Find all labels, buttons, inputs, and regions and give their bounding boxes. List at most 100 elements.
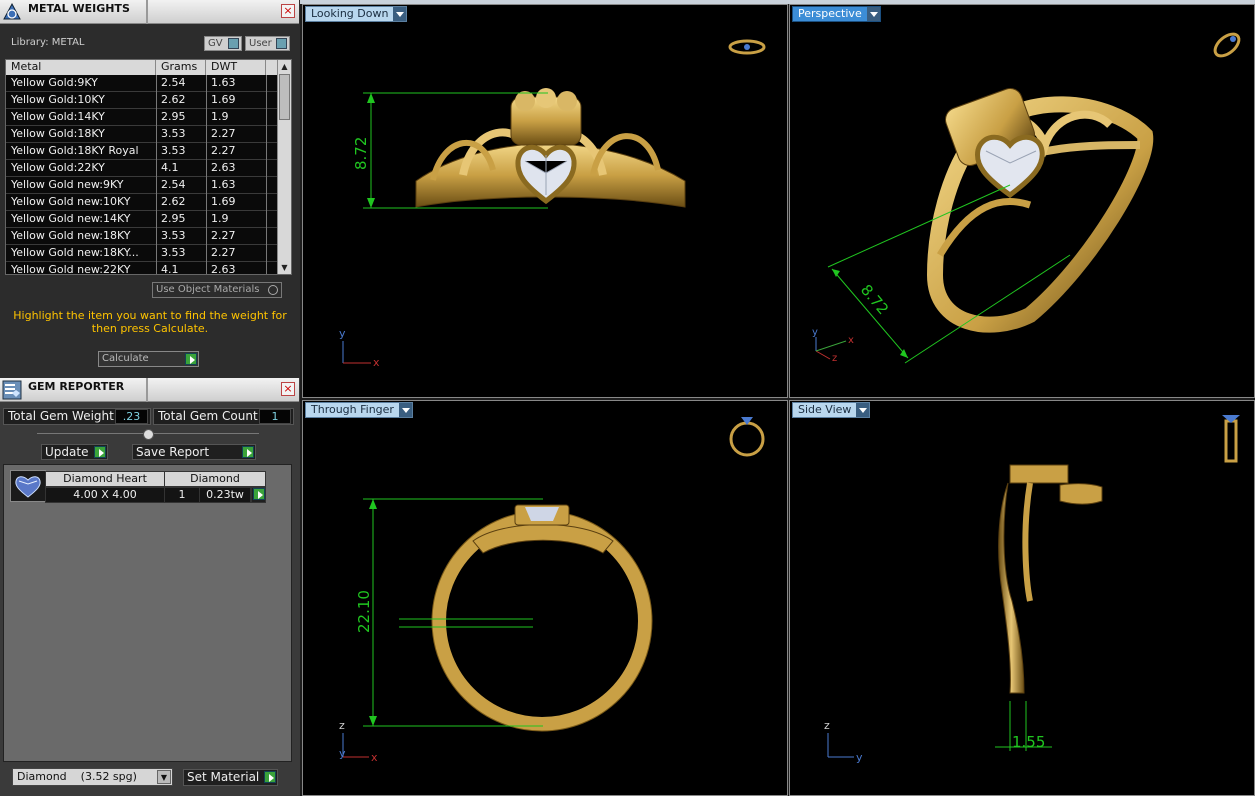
- viewport-side-view[interactable]: Side View 1.55 z y: [789, 400, 1255, 796]
- metal-name-cell: Yellow Gold new:9KY: [11, 178, 124, 191]
- gem-count-cell: 1: [164, 487, 200, 503]
- metal-dwt-cell: 1.63: [211, 178, 236, 191]
- metal-grams-cell: 3.53: [161, 229, 186, 242]
- gem-row-button[interactable]: [251, 487, 266, 503]
- metal-table-row[interactable]: Yellow Gold new:22KY 4.1 2.63: [6, 262, 278, 275]
- gem-shape-cell: Diamond Heart: [45, 471, 165, 487]
- metal-table-row[interactable]: Yellow Gold:10KY 2.62 1.69: [6, 92, 278, 109]
- gem-weight-cell: 0.23tw: [199, 487, 251, 503]
- gem-reporter-title: GEM REPORTER: [28, 380, 125, 393]
- gem-type-cell: Diamond: [164, 471, 266, 487]
- metal-table-header: Metal Grams DWT: [6, 60, 278, 75]
- app-window: METAL WEIGHTS × Library: METAL GV User M…: [0, 0, 1255, 796]
- viewport-perspective[interactable]: Perspective 8.72 y z x: [789, 4, 1255, 398]
- library-label: Library: METAL: [11, 37, 85, 48]
- svg-text:z: z: [824, 719, 830, 732]
- metal-weights-title: METAL WEIGHTS: [28, 2, 130, 15]
- metal-table-row[interactable]: Yellow Gold:18KY Royal 3.53 2.27: [6, 143, 278, 160]
- metal-table-row[interactable]: Yellow Gold:14KY 2.95 1.9: [6, 109, 278, 126]
- metal-dwt-cell: 1.9: [211, 212, 229, 225]
- dimension-label: 1.55: [1012, 733, 1045, 751]
- use-object-materials-option[interactable]: Use Object Materials: [152, 282, 282, 298]
- svg-text:z: z: [832, 353, 837, 364]
- metal-name-cell: Yellow Gold:10KY: [11, 93, 105, 106]
- dimension-label: 8.72: [352, 137, 370, 170]
- column-header-dwt[interactable]: DWT: [206, 60, 266, 75]
- metal-name-cell: Yellow Gold new:18KY: [11, 229, 131, 242]
- gem-list: Diamond Heart Diamond 4.00 X 4.00 1 0.23…: [3, 464, 292, 762]
- set-material-button[interactable]: Set Material: [183, 769, 278, 786]
- material-select[interactable]: Diamond (3.52 spg) ▼: [12, 768, 173, 786]
- gem-reporter-icon: [2, 380, 22, 400]
- metal-table-row[interactable]: Yellow Gold new:18KY... 3.53 2.27: [6, 245, 278, 262]
- ring-orientation-icon: [1213, 32, 1241, 58]
- play-arrow-icon: [242, 446, 254, 458]
- dimension-label: 22.10: [355, 590, 373, 633]
- metal-grams-cell: 4.1: [161, 161, 179, 174]
- diamond-heart-icon: [10, 470, 46, 502]
- svg-text:x: x: [373, 356, 380, 369]
- axis-indicator-icon: z y: [824, 719, 863, 764]
- play-arrow-icon: [253, 488, 265, 500]
- metal-grams-cell: 2.54: [161, 178, 186, 191]
- update-button[interactable]: Update: [41, 444, 108, 460]
- svg-text:z: z: [339, 719, 345, 732]
- calculate-button[interactable]: Calculate: [98, 351, 199, 367]
- metal-name-cell: Yellow Gold new:18KY...: [11, 246, 139, 259]
- gv-toggle[interactable]: GV: [204, 36, 242, 51]
- metal-grams-cell: 4.1: [161, 263, 179, 275]
- viewport-through-finger[interactable]: Through Finger 22.10 z y x: [302, 400, 788, 796]
- ring-top-render: 8.72 y x: [339, 39, 766, 369]
- metal-grams-cell: 2.54: [161, 76, 186, 89]
- scroll-down-icon[interactable]: ▼: [279, 262, 290, 273]
- metal-grams-cell: 2.62: [161, 195, 186, 208]
- metal-table-row[interactable]: Yellow Gold new:9KY 2.54 1.63: [6, 177, 278, 194]
- gem-size-cell: 4.00 X 4.00: [45, 487, 165, 503]
- scroll-up-icon[interactable]: ▲: [279, 61, 290, 72]
- metal-dwt-cell: 1.63: [211, 76, 236, 89]
- metal-table-row[interactable]: Yellow Gold:9KY 2.54 1.63: [6, 75, 278, 92]
- metal-name-cell: Yellow Gold new:10KY: [11, 195, 131, 208]
- hint-text: Highlight the item you want to find the …: [13, 309, 287, 335]
- ring-front-render: 22.10 z y x: [339, 417, 765, 764]
- metal-dwt-cell: 2.27: [211, 229, 236, 242]
- metal-name-cell: Yellow Gold:9KY: [11, 76, 98, 89]
- metal-scrollbar[interactable]: ▲ ▼: [277, 60, 291, 274]
- play-arrow-icon: [185, 353, 197, 365]
- column-header-metal[interactable]: Metal: [6, 60, 156, 75]
- column-header-grams[interactable]: Grams: [156, 60, 206, 75]
- svg-text:y: y: [856, 751, 863, 764]
- user-toggle[interactable]: User: [245, 36, 290, 51]
- metal-table[interactable]: Metal Grams DWT Yellow Gold:9KY 2.54 1.63 Y…: [5, 59, 292, 275]
- metal-weights-panel: METAL WEIGHTS × Library: METAL GV User M…: [0, 0, 300, 378]
- scroll-thumb[interactable]: [279, 74, 290, 120]
- save-report-button[interactable]: Save Report: [132, 444, 256, 460]
- metal-grams-cell: 3.53: [161, 246, 186, 259]
- metal-dwt-cell: 2.63: [211, 161, 236, 174]
- metal-grams-cell: 3.53: [161, 127, 186, 140]
- close-icon[interactable]: ×: [281, 4, 295, 18]
- metal-dwt-cell: 1.69: [211, 195, 236, 208]
- metal-dwt-cell: 2.27: [211, 144, 236, 157]
- metal-table-row[interactable]: Yellow Gold new:10KY 2.62 1.69: [6, 194, 278, 211]
- metal-dwt-cell: 2.63: [211, 263, 236, 275]
- ring-perspective-render: 8.72 y z x: [812, 32, 1241, 364]
- metal-dwt-cell: 1.69: [211, 93, 236, 106]
- metal-grams-cell: 2.62: [161, 93, 186, 106]
- panel-slider-knob[interactable]: [143, 429, 154, 440]
- metal-rows: Yellow Gold:9KY 2.54 1.63 Yellow Gold:10KY 2…: [6, 75, 278, 275]
- toggle-icon: [228, 38, 239, 49]
- ring-orientation-icon: [1222, 415, 1240, 463]
- gem-reporter-header: GEM REPORTER ×: [0, 378, 299, 402]
- total-gem-weight-value: .23: [115, 409, 148, 424]
- viewport-looking-down[interactable]: Looking Down 8.72 y x: [302, 4, 788, 398]
- metal-name-cell: Yellow Gold new:14KY: [11, 212, 131, 225]
- metal-table-row[interactable]: Yellow Gold new:18KY 3.53 2.27: [6, 228, 278, 245]
- svg-text:y: y: [339, 747, 346, 760]
- close-icon[interactable]: ×: [281, 382, 295, 396]
- metal-table-row[interactable]: Yellow Gold:18KY 3.53 2.27: [6, 126, 278, 143]
- metal-table-row[interactable]: Yellow Gold new:14KY 2.95 1.9: [6, 211, 278, 228]
- metal-name-cell: Yellow Gold:18KY: [11, 127, 105, 140]
- ring-orientation-icon: [728, 39, 766, 55]
- metal-table-row[interactable]: Yellow Gold:22KY 4.1 2.63: [6, 160, 278, 177]
